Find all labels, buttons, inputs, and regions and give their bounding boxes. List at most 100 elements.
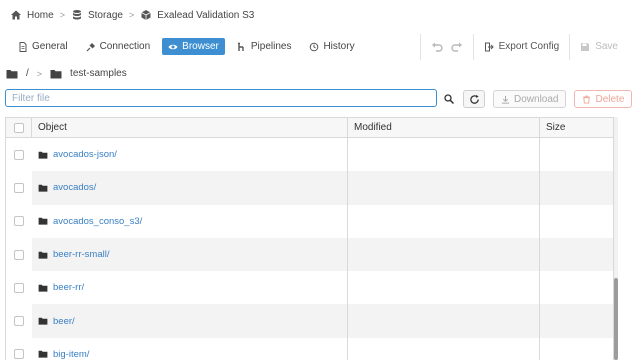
size-cell [540, 171, 613, 204]
size-cell [540, 338, 613, 360]
breadcrumb-separator: > [59, 10, 65, 20]
filter-tools: Download Delete [443, 90, 633, 108]
breadcrumb-current: Exalead Validation S3 [140, 9, 254, 21]
row-check-cell [6, 337, 32, 360]
cube-icon [141, 10, 151, 20]
table-body: avocados-json/ avocados/ avocados_conso_… [6, 138, 613, 360]
column-header-object[interactable]: Object [32, 118, 348, 137]
tab-browser[interactable]: Browser [162, 38, 225, 55]
tab-history[interactable]: History [303, 38, 360, 55]
tab-pipelines[interactable]: Pipelines [231, 38, 298, 55]
modified-cell [348, 171, 540, 205]
object-link[interactable]: avocados-json/ [38, 149, 117, 160]
save-label: Save [595, 41, 618, 52]
download-label: Download [514, 93, 559, 105]
breadcrumb-storage-label: Storage [87, 9, 123, 21]
breadcrumb-storage[interactable]: Storage [71, 9, 123, 21]
folder-icon [38, 284, 48, 292]
object-name: beer/ [53, 315, 75, 327]
row-checkbox[interactable] [14, 216, 24, 227]
row-checkbox[interactable] [14, 182, 24, 193]
modified-cell [348, 271, 540, 305]
tab-general[interactable]: General [12, 38, 74, 55]
table-row[interactable]: avocados-json/ [6, 138, 613, 172]
modified-cell [348, 237, 540, 272]
export-icon [484, 42, 494, 51]
table-row[interactable]: avocados/ [6, 171, 613, 205]
folder-icon [38, 251, 48, 259]
refresh-button[interactable] [463, 90, 485, 108]
filter-input[interactable] [5, 89, 437, 107]
folder-icon [50, 69, 62, 78]
row-check-cell [6, 271, 32, 305]
object-link[interactable]: beer/ [38, 316, 75, 327]
select-all-checkbox[interactable] [13, 122, 24, 133]
object-cell: big-item/ [32, 337, 348, 360]
folder-icon[interactable] [6, 69, 18, 79]
modified-cell [348, 138, 540, 172]
size-cell [540, 304, 613, 337]
history-icon [310, 42, 319, 51]
breadcrumb: Home > Storage > Exalead Validation S3 [10, 8, 254, 22]
divider [419, 33, 421, 60]
save-button[interactable]: Save [580, 41, 618, 52]
object-name: avocados_conso_s3/ [53, 215, 143, 227]
column-header-size[interactable]: Size [540, 118, 613, 137]
redo-icon[interactable] [450, 41, 463, 53]
export-config-label: Export Config [498, 41, 560, 52]
plug-icon [86, 42, 95, 51]
tab-pipelines-label: Pipelines [250, 41, 292, 52]
object-link[interactable]: avocados_conso_s3/ [38, 216, 142, 227]
object-link[interactable]: avocados/ [38, 182, 96, 193]
export-config-button[interactable]: Export Config [484, 41, 560, 52]
row-checkbox[interactable] [14, 316, 24, 327]
tab-general-label: General [32, 41, 68, 52]
row-check-cell [6, 304, 32, 338]
folder-icon [38, 218, 48, 225]
modified-cell [348, 304, 540, 338]
tab-connection-label: Connection [99, 41, 151, 52]
row-checkbox[interactable] [14, 249, 24, 260]
breadcrumb-separator: > [128, 10, 135, 20]
row-check-cell [6, 138, 32, 172]
folder-icon [38, 351, 48, 359]
database-icon [72, 10, 81, 20]
object-link[interactable]: beer-rr-small/ [38, 249, 109, 260]
breadcrumb-home[interactable]: Home [10, 9, 54, 21]
row-checkbox[interactable] [14, 282, 24, 293]
object-name: avocados/ [53, 182, 97, 194]
object-name: big-item/ [53, 348, 90, 360]
table-header: Object Modified Size [6, 118, 613, 138]
object-cell: beer-rr/ [32, 271, 348, 305]
delete-button[interactable]: Delete [574, 90, 633, 108]
search-file-icon[interactable] [443, 93, 455, 105]
table-row[interactable]: avocados_conso_s3/ [6, 204, 613, 238]
table-row[interactable]: beer-rr-small/ [6, 237, 613, 272]
row-checkbox[interactable] [14, 349, 24, 360]
pipeline-icon [237, 42, 244, 51]
download-button[interactable]: Download [493, 90, 567, 108]
tab-bar: General Connection Browser Pipelines His… [12, 38, 361, 55]
path-root[interactable]: / [26, 68, 29, 79]
modified-cell [348, 337, 540, 360]
object-link[interactable]: beer-rr/ [38, 282, 84, 293]
breadcrumb-current-label: Exalead Validation S3 [157, 9, 255, 21]
eye-icon [168, 44, 178, 49]
size-cell [540, 271, 613, 304]
column-header-modified[interactable]: Modified [348, 118, 540, 137]
tab-connection[interactable]: Connection [80, 38, 157, 55]
row-check-cell [6, 204, 32, 238]
table-row[interactable]: big-item/ [6, 337, 613, 360]
undo-redo-group [431, 41, 463, 53]
table-row[interactable]: beer/ [6, 304, 613, 338]
object-link[interactable]: big-item/ [38, 349, 89, 360]
object-cell: avocados-json/ [32, 138, 348, 172]
undo-icon[interactable] [431, 41, 443, 53]
object-cell: beer-rr-small/ [32, 237, 348, 272]
table-scrollbar-thumb[interactable] [614, 278, 618, 360]
refresh-icon [469, 94, 479, 104]
row-checkbox[interactable] [14, 149, 24, 160]
table-row[interactable]: beer-rr/ [6, 271, 613, 305]
select-all-cell [6, 118, 32, 137]
path-current[interactable]: test-samples [70, 68, 127, 79]
